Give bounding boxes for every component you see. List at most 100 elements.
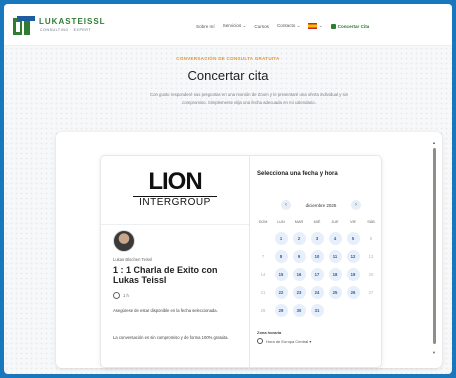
calendar-day-available[interactable]: 4	[326, 229, 344, 247]
calendar-day-available[interactable]: 17	[308, 265, 326, 283]
calendar-day-number: 6	[369, 235, 373, 241]
scheduling-widget: LION INTERGROUP Lukas Blochen Teissl 1 :…	[100, 155, 382, 369]
calendar-day: 28	[254, 301, 272, 319]
column-divider	[249, 156, 250, 369]
calendar-day: 21	[254, 283, 272, 301]
company-logo-sub: INTERGROUP	[133, 196, 217, 209]
nav-contact[interactable]: Contacto ⌄	[277, 23, 301, 29]
event-note-free: La conversación es sin compromiso y de f…	[113, 335, 229, 340]
book-appointment-label: Concertar Cita	[337, 23, 370, 29]
calendar-day-available[interactable]: 5	[344, 229, 362, 247]
timezone-label: Zona horaria	[257, 330, 282, 335]
calendar-day-available[interactable]: 30	[290, 301, 308, 319]
scroll-up-arrow-icon[interactable]: ▲	[432, 140, 436, 145]
company-logo: LION INTERGROUP	[133, 170, 217, 214]
calendar-day-available[interactable]: 15	[272, 265, 290, 283]
calendar-day-number: 19	[346, 267, 360, 281]
calendar-day-number: 5	[346, 231, 360, 245]
calendar-days-grid: 1 2 3 4 5 6 7 8 9 10 11 12 13 14 15 16 17 18 19 20 21 22 23 24 2…	[254, 229, 380, 319]
calendar-day-number: 27	[368, 289, 374, 295]
weekday-label: DOM	[258, 220, 268, 224]
scroll-down-arrow-icon[interactable]: ▼	[432, 350, 436, 355]
month-navigation: ‹ diciembre 2025 ›	[281, 199, 361, 211]
calendar-day-available[interactable]: 22	[272, 283, 290, 301]
calendar-day-number: 4	[328, 231, 342, 245]
logo-separator	[101, 224, 249, 225]
company-logo-word: LION	[148, 168, 202, 195]
calendar-day-available[interactable]: 26	[344, 283, 362, 301]
calendar-day-number: 25	[328, 285, 342, 299]
calendar-day-number	[347, 304, 360, 317]
calendar-day-number: 15	[274, 267, 288, 281]
calendar-day-available[interactable]: 16	[290, 265, 308, 283]
calendar-icon	[330, 23, 336, 29]
calendar-day-number: 23	[292, 285, 306, 299]
calendar-day-available[interactable]: 12	[344, 247, 362, 265]
calendar-day-number	[329, 304, 342, 317]
calendar-day-available[interactable]: 25	[326, 283, 344, 301]
calendar-day-number: 3	[310, 231, 324, 245]
logo-name: LUKASTEISSL	[39, 17, 106, 26]
previous-month-button[interactable]: ‹	[281, 200, 291, 210]
calendar-day-number: 2	[292, 231, 306, 245]
intro-text: Con gusto responderé sus preguntas en un…	[149, 92, 349, 105]
event-title: 1 : 1 Charla de Exito con Lukas Teissl	[113, 265, 218, 285]
calendar-day-number: 17	[310, 267, 324, 281]
scrollbar-thumb[interactable]	[433, 148, 436, 344]
language-switcher[interactable]: ⌄	[308, 23, 323, 29]
calendar-day-number: 11	[328, 249, 342, 263]
host-name: Lukas Blochen Teissl	[113, 257, 153, 262]
nav-about[interactable]: Sobre mí	[196, 24, 215, 29]
weekday-header: DOM LUN MAR MIÉ JUE VIE SÁB	[254, 220, 380, 224]
logo-mark-icon	[13, 16, 35, 35]
calendar-day	[326, 301, 344, 319]
calendar-day	[254, 229, 272, 247]
calendar-day-number: 20	[368, 271, 374, 277]
embed-scrollbar[interactable]: ▲ ▼	[432, 140, 436, 360]
calendar-day-available[interactable]: 11	[326, 247, 344, 265]
calendar-day-available[interactable]: 18	[326, 265, 344, 283]
host-avatar	[113, 230, 135, 252]
weekday-label: MAR	[294, 220, 304, 224]
calendar-day-number: 13	[368, 253, 374, 259]
weekday-label: MIÉ	[313, 220, 321, 224]
weekday-label: LUN	[277, 220, 285, 224]
calendar-day-available[interactable]: 23	[290, 283, 308, 301]
calendar-day: 27	[362, 283, 380, 301]
calendar-day: 20	[362, 265, 380, 283]
calendar-day-available[interactable]: 2	[290, 229, 308, 247]
calendar-day-available[interactable]: 24	[308, 283, 326, 301]
calendar-day-number: 29	[274, 303, 288, 317]
page-title: Concertar cita	[187, 68, 269, 83]
calendar-day-available[interactable]: 1	[272, 229, 290, 247]
nav-courses[interactable]: Cursos	[254, 24, 269, 29]
calendar-day-available[interactable]: 3	[308, 229, 326, 247]
calendar-day-available[interactable]: 8	[272, 247, 290, 265]
calendar-day-number: 31	[310, 303, 324, 317]
event-note-availability: Asegúrese de estar disponible en la fech…	[113, 308, 218, 313]
calendar-day-available[interactable]: 9	[290, 247, 308, 265]
timezone-value: Hora de Europa Central ▾	[266, 338, 312, 344]
month-label: diciembre 2025	[305, 202, 337, 208]
calendar-day-number: 24	[310, 285, 324, 299]
clock-icon	[113, 292, 120, 299]
weekday-label: VIE	[349, 220, 357, 224]
book-appointment-button[interactable]: Concertar Cita	[330, 23, 370, 29]
calendar-day-number: 1	[274, 231, 288, 245]
logo-tagline: CONSULTING · EXPERT	[40, 28, 92, 32]
timezone-selector[interactable]: Hora de Europa Central ▾	[257, 338, 311, 344]
next-month-button[interactable]: ›	[351, 200, 361, 210]
calendar-day	[344, 301, 362, 319]
site-logo[interactable]: LUKASTEISSL CONSULTING · EXPERT	[12, 15, 112, 39]
calendar-day-number	[365, 304, 378, 317]
calendar-day-number: 10	[310, 249, 324, 263]
calendar-day-number: 21	[260, 289, 266, 295]
calendar-day-number: 12	[346, 249, 360, 263]
calendar-day-available[interactable]: 29	[272, 301, 290, 319]
calendar-day-available[interactable]: 31	[308, 301, 326, 319]
nav-services[interactable]: Servicios ⌄	[223, 23, 247, 29]
calendar-day-available[interactable]: 10	[308, 247, 326, 265]
calendar-day-number: 9	[292, 249, 306, 263]
main-nav: Sobre mí Servicios ⌄ Cursos Contacto ⌄ ⌄…	[196, 23, 369, 29]
calendar-day-available[interactable]: 19	[344, 265, 362, 283]
